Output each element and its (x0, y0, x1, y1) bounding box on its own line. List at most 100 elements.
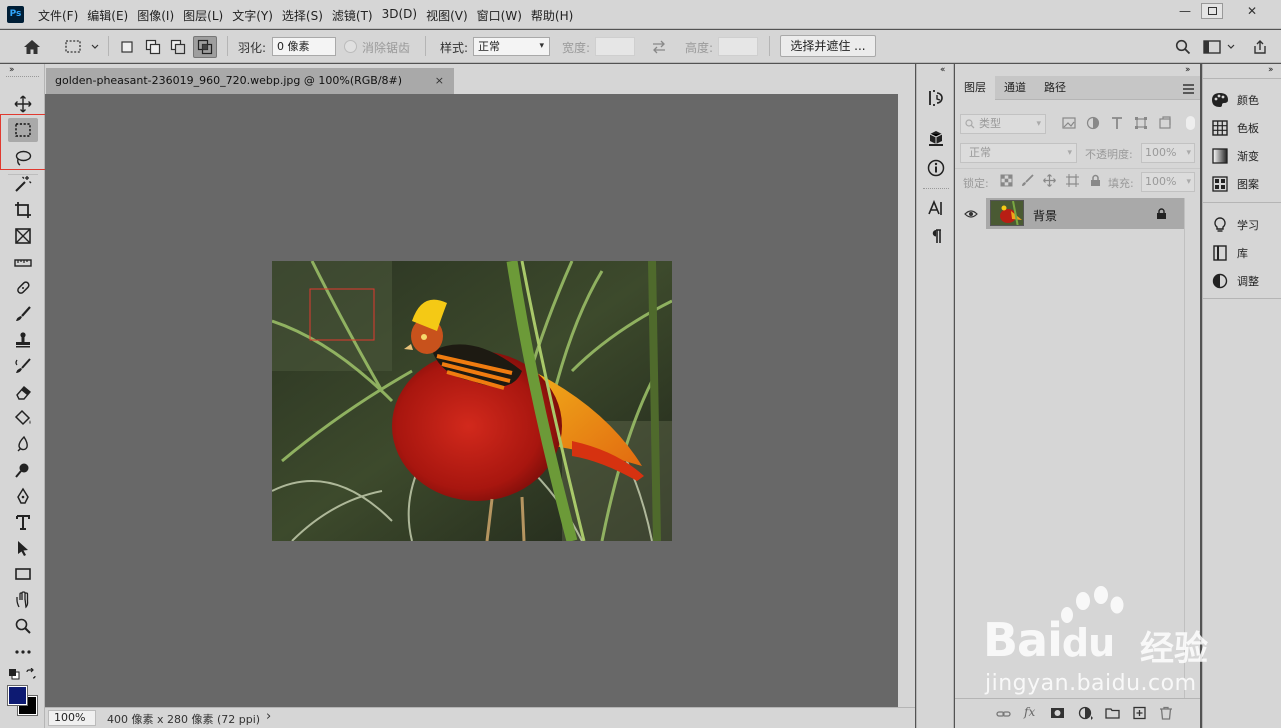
ruler-tool[interactable] (8, 251, 38, 275)
intersect-selection-button[interactable] (193, 36, 217, 58)
history-brush-tool[interactable] (8, 354, 38, 378)
type-tool[interactable] (8, 510, 38, 534)
libraries-panel-button[interactable]: 库 (1211, 243, 1248, 263)
collapse-dock-icon[interactable]: ›› (1268, 65, 1274, 75)
feather-input[interactable]: 0 像素 (272, 37, 336, 56)
close-tab-icon[interactable]: × (435, 68, 444, 94)
clone-stamp-tool[interactable] (8, 328, 38, 352)
layer-thumbnail[interactable] (990, 200, 1024, 226)
lock-all-button[interactable] (1089, 174, 1102, 187)
rectangle-tool[interactable] (8, 562, 38, 586)
maximize-button[interactable] (1201, 3, 1223, 19)
tab-paths[interactable]: 路径 (1035, 76, 1075, 100)
home-button[interactable] (20, 36, 44, 58)
magic-wand-tool[interactable] (8, 172, 38, 196)
healing-brush-tool[interactable] (8, 276, 38, 300)
new-adjustment-layer-button[interactable] (1078, 706, 1094, 720)
filter-toggle[interactable] (1186, 116, 1195, 130)
crop-tool[interactable] (8, 198, 38, 222)
select-and-mask-button[interactable]: 选择并遮住 ... (780, 35, 876, 57)
share-button[interactable] (1249, 37, 1271, 57)
workspace-button[interactable] (1201, 37, 1237, 57)
gradients-panel-button[interactable]: 渐变 (1211, 146, 1259, 166)
style-select[interactable]: 正常 ▾ (473, 37, 550, 56)
eraser-tool[interactable] (8, 380, 38, 404)
lock-artboard-button[interactable] (1066, 174, 1079, 187)
menu-window[interactable]: 窗口(W) (477, 7, 522, 24)
zoom-level-field[interactable]: 100% (48, 710, 96, 726)
height-input[interactable] (718, 37, 758, 56)
new-group-button[interactable] (1105, 706, 1120, 720)
swatches-panel-button[interactable]: 色板 (1211, 118, 1259, 138)
move-tool[interactable] (8, 92, 38, 116)
menu-help[interactable]: 帮助(H) (531, 7, 573, 24)
character-panel-button[interactable] (926, 198, 946, 218)
delete-layer-button[interactable] (1159, 706, 1173, 720)
3d-panel-button[interactable] (926, 128, 946, 148)
lock-pixels-button[interactable] (1021, 174, 1034, 187)
collapse-panel-icon[interactable]: ›› (1185, 65, 1191, 75)
default-colors-button[interactable] (8, 668, 20, 680)
subtract-selection-button[interactable] (168, 37, 188, 57)
menu-image[interactable]: 图像(I) (137, 7, 174, 24)
swap-dimensions-button[interactable] (649, 38, 669, 56)
document-tab[interactable]: golden-pheasant-236019_960_720.webp.jpg … (46, 68, 454, 94)
antialias-checkbox[interactable] (344, 40, 357, 53)
width-input[interactable] (595, 37, 635, 56)
menu-edit[interactable]: 编辑(E) (87, 7, 128, 24)
layer-name[interactable]: 背景 (1033, 207, 1057, 224)
layer-row[interactable]: 背景 (955, 198, 1184, 229)
patterns-panel-button[interactable]: 图案 (1211, 174, 1259, 194)
filter-type-button[interactable] (1110, 116, 1124, 130)
frame-tool[interactable] (8, 224, 38, 248)
minimize-button[interactable]: — (1172, 3, 1198, 19)
add-mask-button[interactable] (1050, 706, 1065, 720)
lock-position-button[interactable] (1043, 174, 1056, 187)
menu-3d[interactable]: 3D(D) (382, 7, 417, 24)
pen-tool[interactable] (8, 484, 38, 508)
filter-smart-object-button[interactable] (1158, 116, 1172, 130)
filter-adjustment-button[interactable] (1086, 116, 1100, 130)
opacity-input[interactable]: 100% ▾ (1141, 143, 1195, 163)
learn-panel-button[interactable]: 学习 (1211, 215, 1259, 235)
menu-type[interactable]: 文字(Y) (232, 7, 273, 24)
brush-tool[interactable] (8, 302, 38, 326)
search-button[interactable] (1172, 37, 1194, 57)
layer-visibility-toggle[interactable] (955, 198, 986, 229)
menu-view[interactable]: 视图(V) (426, 7, 468, 24)
document-image[interactable] (272, 261, 672, 541)
menu-select[interactable]: 选择(S) (282, 7, 323, 24)
new-selection-button[interactable] (117, 37, 137, 57)
lock-transparent-button[interactable] (1000, 174, 1013, 187)
blend-mode-select[interactable]: 正常 ▾ (960, 143, 1077, 163)
tool-preset-picker[interactable] (61, 36, 101, 58)
layer-style-button[interactable]: fx (1024, 705, 1040, 721)
color-panel-button[interactable]: 颜色 (1211, 90, 1259, 110)
properties-panel-button[interactable] (926, 158, 946, 178)
panel-menu-button[interactable] (1183, 83, 1194, 94)
menu-layer[interactable]: 图层(L) (183, 7, 223, 24)
path-selection-tool[interactable] (8, 536, 38, 560)
zoom-tool[interactable] (8, 614, 38, 638)
menu-file[interactable]: 文件(F) (38, 7, 78, 24)
dodge-tool[interactable] (8, 458, 38, 482)
paint-bucket-tool[interactable] (8, 406, 38, 430)
menu-filter[interactable]: 滤镜(T) (332, 7, 373, 24)
swap-colors-button[interactable] (25, 667, 37, 680)
filter-shape-button[interactable] (1134, 116, 1148, 130)
history-panel-button[interactable] (926, 88, 946, 108)
layer-filter-select[interactable]: 类型 ▾ (960, 114, 1046, 134)
expand-panels-icon[interactable]: ‹‹ (940, 65, 946, 75)
close-window-button[interactable]: ✕ (1239, 3, 1265, 19)
new-layer-button[interactable] (1132, 706, 1147, 720)
fill-input[interactable]: 100% ▾ (1141, 172, 1195, 192)
paragraph-panel-button[interactable] (926, 226, 946, 246)
add-selection-button[interactable] (143, 37, 163, 57)
link-layers-button[interactable] (996, 707, 1011, 721)
canvas-vertical-scrollbar[interactable] (898, 94, 915, 707)
edit-toolbar-button[interactable] (8, 640, 38, 664)
blur-tool[interactable] (8, 432, 38, 456)
status-menu-arrow-icon[interactable]: › (266, 709, 271, 724)
foreground-color-swatch[interactable] (7, 685, 28, 706)
tab-channels[interactable]: 通道 (995, 76, 1035, 100)
